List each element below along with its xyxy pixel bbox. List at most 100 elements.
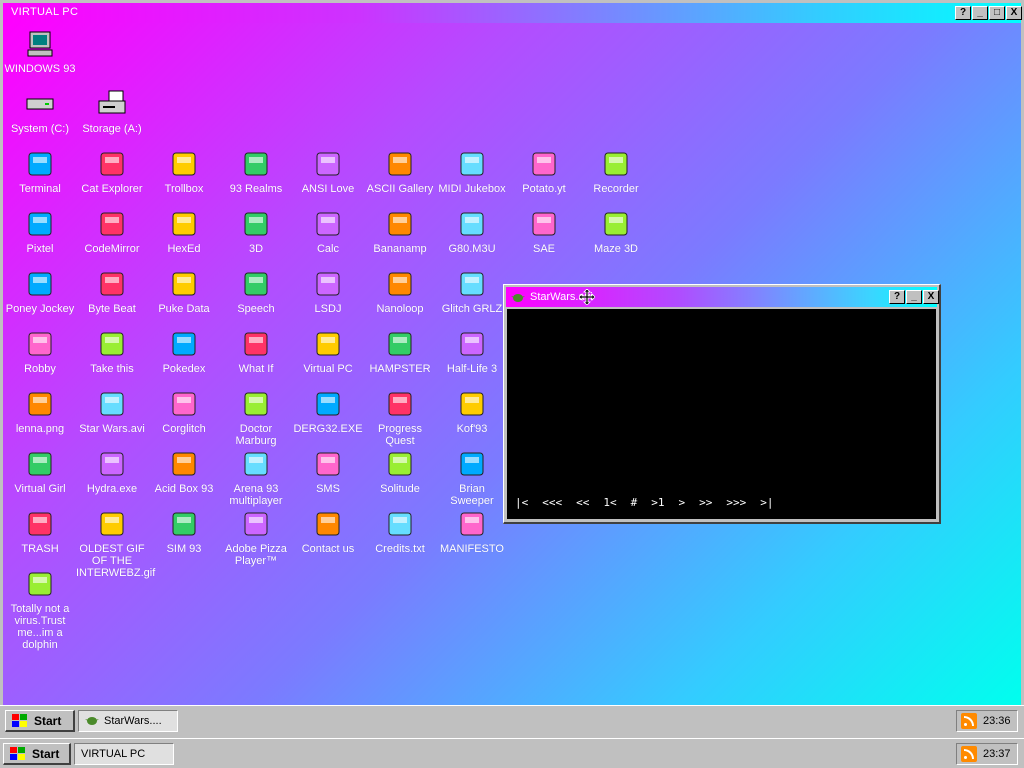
maximize-button[interactable]: □	[989, 6, 1005, 20]
desktop-icon[interactable]: Progress Quest	[364, 387, 436, 447]
help-button[interactable]: ?	[955, 6, 971, 20]
contact-icon	[311, 507, 345, 541]
inner-task-starwars[interactable]: StarWars....	[78, 710, 178, 732]
desktop-icon[interactable]: Solitude	[364, 447, 436, 495]
desktop-icon[interactable]: LSDJ	[292, 267, 364, 315]
step-forward-button[interactable]: >1	[651, 496, 664, 509]
desktop-icon[interactable]: ASCII Gallery	[364, 147, 436, 195]
desktop-icon[interactable]: Corglitch	[148, 387, 220, 435]
icon-label: 93 Realms	[229, 183, 283, 195]
desktop-icon[interactable]: Star Wars.avi	[76, 387, 148, 435]
icon-label: SMS	[316, 483, 340, 495]
forward-fast-button[interactable]: >>>	[726, 496, 746, 509]
desktop-icon-windows93[interactable]: WINDOWS 93	[4, 27, 76, 75]
starwars-player-window[interactable]: StarWars.avi ? _ X |< <<< << 1< # >1 > >…	[503, 284, 941, 524]
desktop-icon[interactable]: Cat Explorer	[76, 147, 148, 195]
desktop-icon[interactable]: Bananamp	[364, 207, 436, 255]
desktop-icon[interactable]: Potato.yt	[508, 147, 580, 195]
icon-label: ANSI Love	[301, 183, 355, 195]
desktop-icon[interactable]: Contact us	[292, 507, 364, 555]
desktop-icon[interactable]: OLDEST GIF OF THE INTERWEBZ.gif	[76, 507, 155, 579]
desktop-icon[interactable]: Virtual Girl	[4, 447, 76, 495]
step-back-button[interactable]: 1<	[603, 496, 616, 509]
desktop-icon[interactable]: Speech	[220, 267, 292, 315]
desktop-icon[interactable]: Adobe Pizza Player™	[220, 507, 292, 567]
outer-start-button[interactable]: Start	[3, 743, 71, 765]
pizza-icon	[239, 507, 273, 541]
desktop-icon[interactable]: G80.M3U	[436, 207, 508, 255]
last-frame-button[interactable]: >|	[760, 496, 773, 509]
play-button[interactable]: >	[679, 496, 686, 509]
desktop-icon[interactable]: Arena 93 multiplayer	[220, 447, 292, 507]
desktop-icon-system-c[interactable]: System (C:)	[4, 87, 76, 135]
desktop-icon[interactable]: Terminal	[4, 147, 76, 195]
player-help-button[interactable]: ?	[889, 290, 905, 304]
close-button[interactable]: X	[1006, 6, 1022, 20]
desktop-icon[interactable]: 93 Realms	[220, 147, 292, 195]
rss-icon[interactable]	[961, 713, 977, 729]
video-area[interactable]: |< <<< << 1< # >1 > >> >>> >|	[507, 309, 936, 519]
desktop-icon[interactable]: DERG32.EXE	[292, 387, 364, 435]
desktop[interactable]: WINDOWS 93 System (C:) Storage (A:) Term…	[3, 23, 1021, 705]
first-frame-button[interactable]: |<	[515, 496, 528, 509]
icon-label: G80.M3U	[448, 243, 496, 255]
desktop-icon[interactable]: MANIFESTO	[436, 507, 508, 555]
desktop-icon[interactable]: Nanoloop	[364, 267, 436, 315]
rewind-fast-button[interactable]: <<<	[542, 496, 562, 509]
desktop-icon[interactable]: CodeMirror	[76, 207, 148, 255]
desktop-icon[interactable]: Maze 3D	[580, 207, 652, 255]
icon-label: Maze 3D	[593, 243, 639, 255]
desktop-icon[interactable]: Doctor Marburg	[220, 387, 292, 447]
desktop-icon[interactable]: HAMPSTER	[364, 327, 436, 375]
desktop-icon[interactable]: Byte Beat	[76, 267, 148, 315]
desktop-icon[interactable]: TRASH	[4, 507, 76, 555]
rewind-button[interactable]: <<	[576, 496, 589, 509]
desktop-icon[interactable]: Puke Data	[148, 267, 220, 315]
icon-label: Nanoloop	[376, 303, 424, 315]
player-titlebar[interactable]: StarWars.avi ? _ X	[506, 287, 939, 307]
desktop-icon[interactable]: Trollbox	[148, 147, 220, 195]
icon-label: Acid Box 93	[154, 483, 214, 495]
desktop-icon[interactable]: Acid Box 93	[148, 447, 220, 495]
piano-keys-icon	[455, 147, 489, 181]
desktop-icon[interactable]: Glitch GRLZ	[436, 267, 508, 315]
virtual-pc-titlebar[interactable]: VIRTUAL PC ? _ □ X	[3, 3, 1022, 23]
desktop-icon[interactable]: Robby	[4, 327, 76, 375]
rss-icon[interactable]	[961, 746, 977, 762]
stop-button[interactable]: #	[631, 496, 638, 509]
inner-start-button[interactable]: Start	[5, 710, 75, 732]
desktop-icon[interactable]: Half-Life 3	[436, 327, 508, 375]
desktop-icon[interactable]: Virtual PC	[292, 327, 364, 375]
desktop-icon[interactable]: What If	[220, 327, 292, 375]
desktop-icon[interactable]: 3D	[220, 207, 292, 255]
minimize-button[interactable]: _	[972, 6, 988, 20]
desktop-icon[interactable]: SAE	[508, 207, 580, 255]
desktop-icon[interactable]: Recorder	[580, 147, 652, 195]
stick-figure-icon	[23, 327, 57, 361]
desktop-icon[interactable]: Kof'93	[436, 387, 508, 435]
forward-button[interactable]: >>	[699, 496, 712, 509]
desktop-icon[interactable]: Hydra.exe	[76, 447, 148, 495]
desktop-icon[interactable]: lenna.png	[4, 387, 76, 435]
calculator-icon	[311, 207, 345, 241]
desktop-icon[interactable]: Pokedex	[148, 327, 220, 375]
desktop-icon[interactable]: Brian Sweeper	[436, 447, 508, 507]
desktop-icon[interactable]: Pixtel	[4, 207, 76, 255]
desktop-icon[interactable]: HexEd	[148, 207, 220, 255]
player-close-button[interactable]: X	[923, 290, 939, 304]
desktop-icon[interactable]: Credits.txt	[364, 507, 436, 555]
globe-cat-icon	[95, 147, 129, 181]
player-minimize-button[interactable]: _	[906, 290, 922, 304]
outer-task-virtual-pc[interactable]: VIRTUAL PC	[74, 743, 174, 765]
desktop-icon[interactable]: SMS	[292, 447, 364, 495]
icon-label: MANIFESTO	[440, 543, 504, 555]
microphone-icon	[599, 147, 633, 181]
desktop-icon[interactable]: Totally not a virus.Trust me...im a dolp…	[4, 567, 76, 651]
desktop-icon[interactable]: ANSI Love	[292, 147, 364, 195]
desktop-icon-storage-a[interactable]: Storage (A:)	[76, 87, 148, 135]
desktop-icon[interactable]: SIM 93	[148, 507, 220, 555]
desktop-icon[interactable]: MIDI Jukebox	[436, 147, 508, 195]
desktop-icon[interactable]: Calc	[292, 207, 364, 255]
desktop-icon[interactable]: Poney Jockey	[4, 267, 76, 315]
desktop-icon[interactable]: Take this	[76, 327, 148, 375]
